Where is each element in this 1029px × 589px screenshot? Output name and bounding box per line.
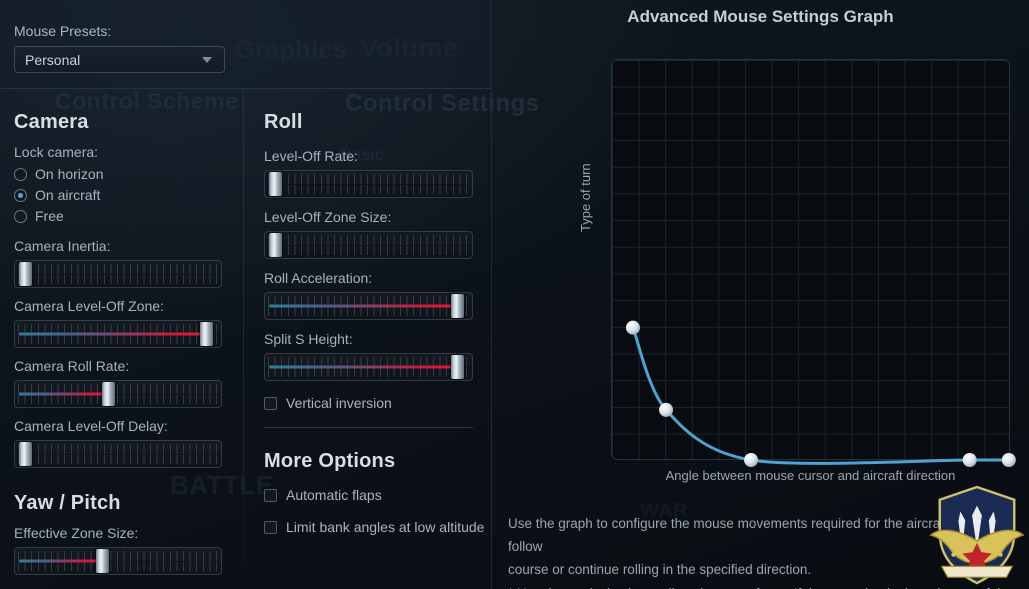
radio-selected-icon: [14, 188, 27, 202]
split-s-height-slider[interactable]: [264, 353, 473, 381]
slider-ticks: [268, 235, 469, 255]
slider-handle[interactable]: [18, 262, 32, 286]
slider-fill: [269, 365, 454, 369]
slider-label: Camera Roll Rate:: [14, 358, 130, 374]
radio-on-horizon[interactable]: On horizon: [14, 166, 243, 182]
camera-section-title: Camera: [14, 111, 89, 133]
slider-label: Camera Inertia:: [14, 238, 111, 254]
limit-bank-angles-checkbox[interactable]: Limit bank angles at low altitude: [264, 519, 492, 535]
slider-field-camera-roll-rate: Camera Roll Rate:: [14, 358, 243, 408]
slider-field-split-s-height: Split S Height:: [264, 331, 492, 381]
graph-plot-area[interactable]: [611, 59, 1010, 460]
slider-label: Effective Zone Size:: [14, 525, 139, 541]
slider-label: Camera Level-Off Delay:: [14, 418, 168, 434]
preset-label: Mouse Presets:: [14, 23, 112, 39]
lock-camera-label: Lock camera:: [14, 144, 99, 160]
mouse-settings-screen: Graphics Volume Control Scheme Control S…: [0, 0, 1029, 589]
slider-field-camera-inertia: Camera Inertia:: [14, 238, 243, 288]
slider-handle[interactable]: [96, 549, 110, 573]
settings-panel: Mouse Presets: Personal Camera Lock came…: [0, 0, 492, 589]
slider-field-roll-acceleration: Roll Acceleration:: [264, 270, 492, 320]
slider-handle[interactable]: [451, 294, 465, 318]
checkbox-icon: [264, 396, 277, 410]
checkbox-icon: [264, 488, 277, 502]
radio-icon: [14, 209, 27, 223]
slider-ticks: [18, 264, 218, 284]
slider-handle[interactable]: [451, 355, 465, 379]
camera-level-off-delay-slider[interactable]: [14, 440, 222, 468]
mouse-preset-value: Personal: [25, 51, 81, 68]
mouse-preset-dropdown[interactable]: Personal: [14, 46, 225, 73]
camera-inertia-slider[interactable]: [14, 260, 222, 288]
radio-free[interactable]: Free: [14, 208, 243, 224]
yaw-pitch-section-title: Yaw / Pitch: [14, 492, 121, 514]
slider-field-camera-level-off-delay: Camera Level-Off Delay:: [14, 418, 243, 468]
lock-camera-group: Lock camera: On horizon On aircraft Free: [14, 144, 243, 224]
radio-label: On horizon: [35, 166, 104, 182]
slider-fill: [19, 392, 105, 396]
slider-field-level-off-zone-size: Level-Off Zone Size:: [264, 209, 492, 259]
graph-y-axis-label: Type of turn: [578, 163, 593, 232]
slider-field-level-off-rate: Level-Off Rate:: [264, 148, 492, 198]
radio-label: Free: [35, 208, 64, 224]
air-force-emblem-icon: [929, 485, 1025, 585]
vertical-inversion-checkbox[interactable]: Vertical inversion: [264, 395, 492, 411]
slider-handle[interactable]: [268, 172, 282, 196]
radio-on-aircraft[interactable]: On aircraft: [14, 187, 243, 203]
graph-title: Advanced Mouse Settings Graph: [627, 7, 894, 26]
camera-level-off-zone-slider[interactable]: [14, 320, 222, 348]
slider-ticks: [18, 444, 218, 464]
section-divider: [264, 427, 473, 428]
slider-field-camera-level-off-zone: Camera Level-Off Zone:: [14, 298, 243, 348]
roll-acceleration-slider[interactable]: [264, 292, 473, 320]
roll-column: Roll Level-Off Rate: Level-Off Zone Size…: [244, 89, 492, 535]
slider-label: Level-Off Rate:: [264, 148, 358, 164]
camera-column: Camera Lock camera: On horizon On aircra…: [0, 89, 243, 581]
checkbox-label: Limit bank angles at low altitude: [286, 519, 485, 535]
slider-label: Roll Acceleration:: [264, 270, 373, 286]
slider-handle[interactable]: [102, 382, 116, 406]
checkbox-label: Vertical inversion: [286, 395, 392, 411]
slider-fill: [19, 559, 99, 563]
effective-zone-size-slider[interactable]: [14, 547, 222, 575]
radio-icon: [14, 167, 27, 181]
automatic-flaps-checkbox[interactable]: Automatic flaps: [264, 487, 492, 503]
graph-x-axis-label: Angle between mouse cursor and aircraft …: [665, 468, 956, 483]
more-options-section-title: More Options: [264, 450, 396, 472]
slider-handle[interactable]: [268, 233, 282, 257]
checkbox-icon: [264, 520, 277, 534]
slider-handle[interactable]: [18, 442, 32, 466]
slider-label: Split S Height:: [264, 331, 353, 347]
preset-bar: Mouse Presets: Personal: [0, 0, 492, 89]
slider-ticks: [268, 174, 469, 194]
roll-section-title: Roll: [264, 111, 303, 133]
checkbox-label: Automatic flaps: [286, 487, 382, 503]
slider-handle[interactable]: [200, 322, 214, 346]
level-off-zone-size-slider[interactable]: [264, 231, 473, 259]
camera-roll-rate-slider[interactable]: [14, 380, 222, 408]
slider-fill: [19, 332, 203, 336]
chevron-down-icon: [202, 56, 212, 63]
slider-label: Camera Level-Off Zone:: [14, 298, 164, 314]
slider-fill: [269, 304, 454, 308]
slider-label: Level-Off Zone Size:: [264, 209, 392, 225]
slider-field-effective-zone-size: Effective Zone Size:: [14, 525, 243, 575]
level-off-rate-slider[interactable]: [264, 170, 473, 198]
radio-label: On aircraft: [35, 187, 101, 203]
